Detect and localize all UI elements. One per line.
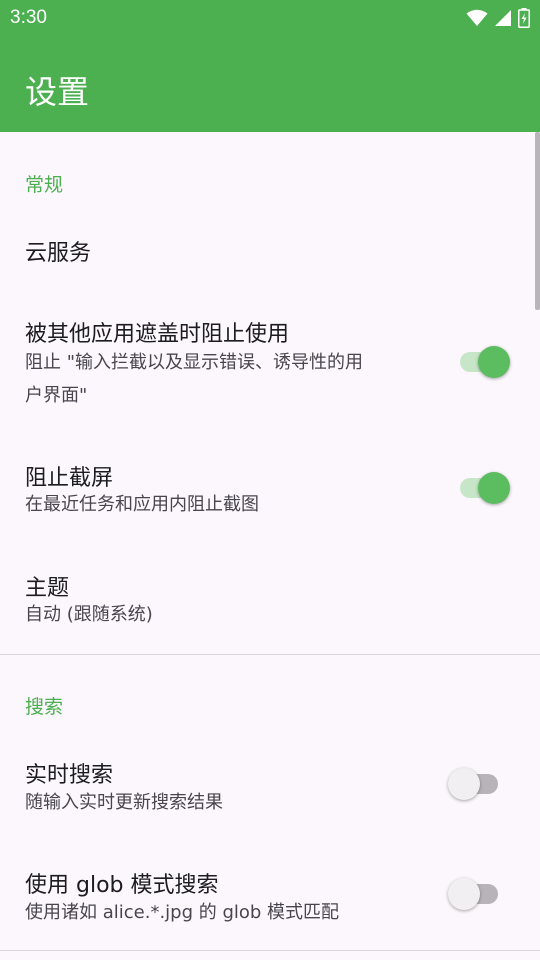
block-screenshot-switch[interactable] (458, 470, 512, 506)
page-title: 设置 (25, 73, 90, 111)
section-title-general: 常规 (25, 174, 64, 196)
live-search-switch[interactable] (448, 766, 502, 802)
pref-live-search-title: 实时搜索 (25, 763, 114, 788)
divider (0, 950, 540, 951)
pref-block-overlay-summary-line1: 阻止 "输入拦截以及显示错误、诱导性的用 (25, 352, 363, 373)
pref-cloud-service-title: 云服务 (25, 241, 92, 266)
wifi-icon (466, 9, 488, 26)
pref-live-search-summary: 随输入实时更新搜索结果 (25, 792, 223, 813)
section-title-search: 搜索 (25, 696, 64, 718)
switch-thumb (478, 346, 510, 378)
block-overlay-switch[interactable] (458, 344, 512, 380)
glob-search-switch[interactable] (448, 876, 502, 912)
pref-block-overlay-title: 被其他应用遮盖时阻止使用 (25, 322, 290, 347)
pref-block-overlay-summary-line2: 户界面" (25, 385, 88, 406)
divider (0, 654, 540, 655)
pref-glob-search-title: 使用 glob 模式搜索 (25, 873, 219, 898)
status-icons (466, 8, 530, 28)
pref-glob-search-summary: 使用诸如 alice.*.jpg 的 glob 模式匹配 (25, 902, 340, 923)
scrollbar[interactable] (535, 132, 540, 310)
pref-theme-summary: 自动 (跟随系统) (25, 604, 153, 625)
signal-icon (495, 10, 511, 26)
switch-thumb (448, 878, 480, 910)
status-time: 3:30 (10, 7, 47, 28)
status-bar: 3:30 (0, 0, 540, 36)
switch-thumb (478, 472, 510, 504)
battery-charging-icon (518, 8, 530, 28)
pref-block-screenshot-title: 阻止截屏 (25, 466, 114, 491)
app-bar: 设置 (0, 36, 540, 132)
pref-block-screenshot-summary: 在最近任务和应用内阻止截图 (25, 494, 259, 515)
switch-thumb (448, 768, 480, 800)
pref-theme-title: 主题 (25, 576, 70, 601)
